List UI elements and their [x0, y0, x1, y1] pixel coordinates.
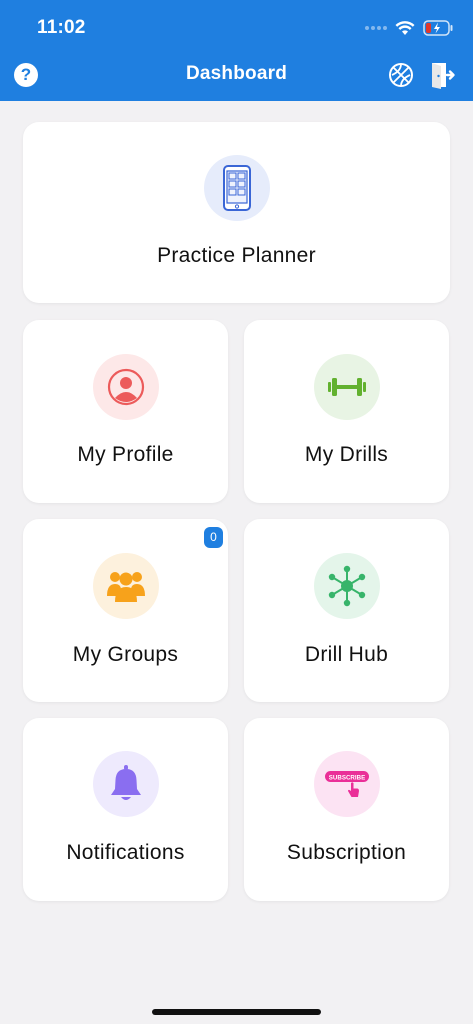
subscription-label: Subscription: [286, 841, 407, 864]
status-icons: [365, 18, 453, 38]
practice-planner-icon-circle: [203, 155, 270, 221]
my-drills-label: My Drills: [304, 443, 389, 466]
bell-icon: [110, 765, 141, 800]
user-profile-icon: [107, 368, 144, 406]
notifications-label: Notifications: [66, 841, 185, 864]
groups-count-badge: 0: [204, 527, 223, 548]
subscription-icon-circle: SUBSCRIBE: [313, 751, 380, 817]
my-profile-label: My Profile: [77, 443, 174, 466]
group-icon: [106, 572, 145, 602]
my-profile-icon-circle: [92, 354, 159, 420]
practice-planner-label: Practice Planner: [157, 244, 316, 267]
my-groups-label: My Groups: [72, 643, 179, 666]
basketball-icon[interactable]: [388, 62, 414, 88]
dumbbell-icon: [327, 378, 366, 396]
app-header: 11:02 ? Dashboard: [0, 0, 473, 101]
subscribe-icon-text: SUBSCRIBE: [328, 775, 364, 782]
home-indicator: [152, 1009, 321, 1015]
subscription-card[interactable]: SUBSCRIBE Subscription: [244, 718, 449, 901]
my-drills-icon-circle: [313, 354, 380, 420]
my-groups-card[interactable]: 0 My Groups: [23, 519, 228, 702]
battery-icon: [423, 20, 453, 36]
drill-hub-label: Drill Hub: [304, 643, 389, 666]
cellular-signal-icon: [365, 26, 387, 30]
status-time: 11:02: [37, 17, 86, 38]
practice-planner-card[interactable]: Practice Planner: [23, 122, 450, 303]
my-groups-icon-circle: [92, 553, 159, 619]
logout-icon[interactable]: [430, 61, 456, 89]
subscribe-icon: SUBSCRIBE: [324, 771, 369, 797]
notifications-icon-circle: [92, 751, 159, 817]
wifi-icon: [395, 20, 415, 35]
my-drills-card[interactable]: My Drills: [244, 320, 449, 503]
hub-network-icon: [328, 565, 365, 607]
phone-app-icon: [222, 165, 251, 211]
drill-hub-icon-circle: [313, 553, 380, 619]
notifications-card[interactable]: Notifications: [23, 718, 228, 901]
my-profile-card[interactable]: My Profile: [23, 320, 228, 503]
drill-hub-card[interactable]: Drill Hub: [244, 519, 449, 702]
